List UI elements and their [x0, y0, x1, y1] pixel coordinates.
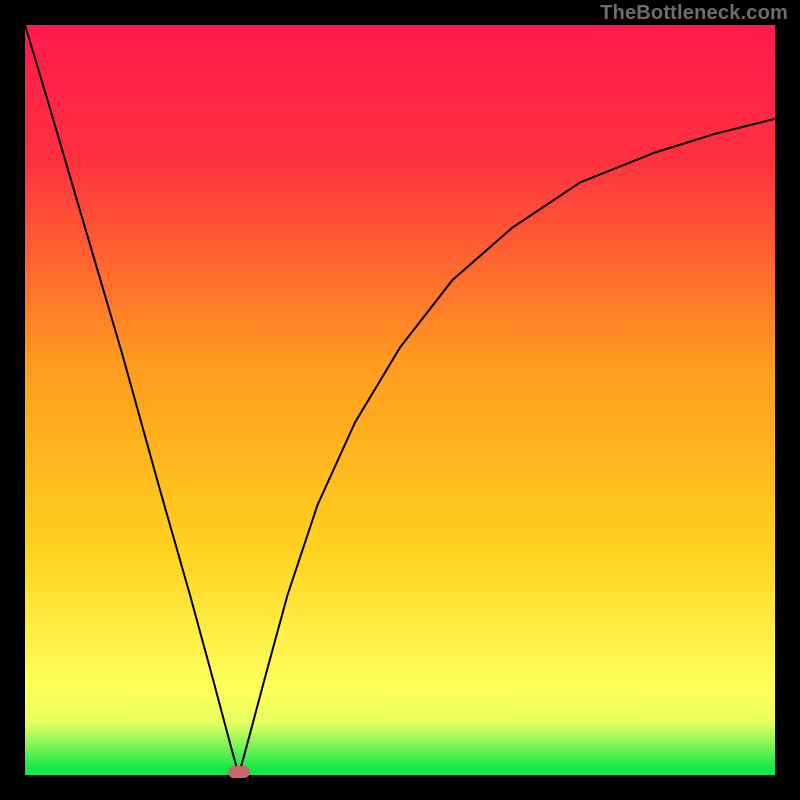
- bottleneck-curve-svg: [0, 0, 800, 800]
- chart-frame: TheBottleneck.com: [0, 0, 800, 800]
- optimal-point-marker: [228, 766, 250, 778]
- watermark-text: TheBottleneck.com: [600, 2, 788, 25]
- bottleneck-curve: [25, 25, 775, 775]
